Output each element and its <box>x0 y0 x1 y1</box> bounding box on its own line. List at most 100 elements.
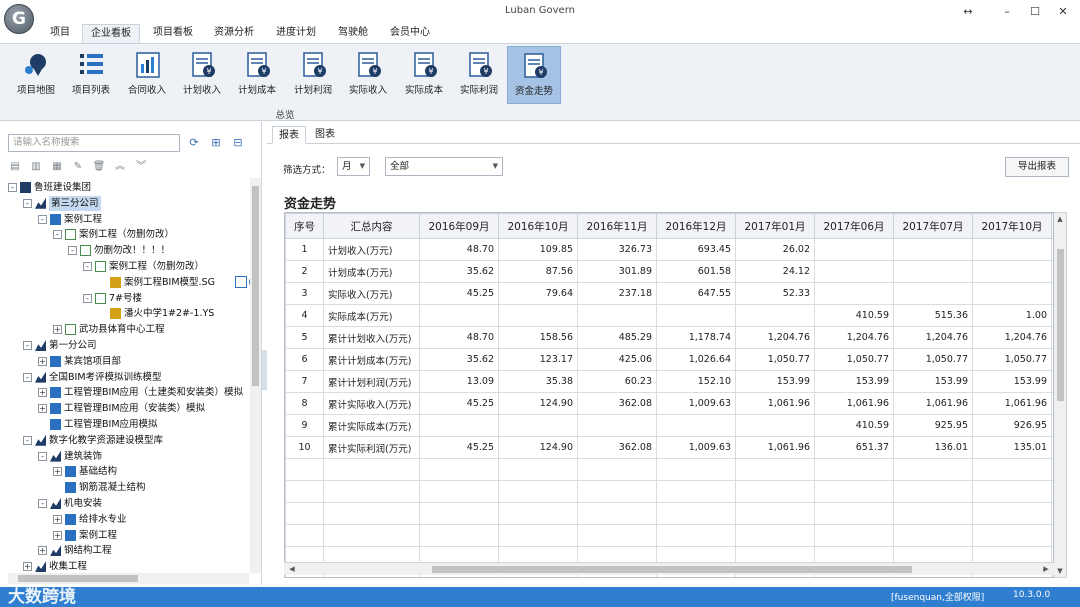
menu-tab[interactable]: 企业看板 <box>82 24 140 43</box>
table-row[interactable]: 10 累计实际利润(万元) 45.25 124.90 362.08 1,009.63 1,0… <box>285 436 1053 459</box>
column-header[interactable]: 序号 <box>285 213 324 239</box>
expand-toggle-icon[interactable]: + <box>53 530 62 540</box>
table-row[interactable]: 1 计划收入(万元) 48.70 109.85 326.73 693.45 26.02 <box>285 238 1053 261</box>
scope-select[interactable]: 全部 ▼ <box>385 157 503 176</box>
collapse-toggle-icon[interactable]: - <box>23 341 32 350</box>
ribbon-button[interactable]: ¥ 计划利润 <box>286 46 340 104</box>
column-header[interactable]: 2017年10月 <box>972 213 1052 239</box>
expand-toggle-icon[interactable]: + <box>23 562 32 572</box>
collapse-toggle-icon[interactable]: - <box>23 372 32 382</box>
column-header[interactable]: 2016年09月 <box>419 213 499 239</box>
export-report-button[interactable]: 导出报表 <box>1005 157 1069 177</box>
collapse-toggle-icon[interactable]: - <box>23 198 32 208</box>
cell-value: 425.06 <box>577 348 657 371</box>
grid-vertical-scrollbar[interactable]: ▲ ▼ <box>1054 212 1067 578</box>
collapse-toggle-icon[interactable]: - <box>38 499 47 508</box>
table-row[interactable]: 3 实际收入(万元) 45.25 79.64 237.18 647.55 52.33 <box>285 282 1053 305</box>
collapse-toggle-icon[interactable]: - <box>53 230 62 240</box>
expand-toggle-icon[interactable]: + <box>38 388 47 398</box>
column-header[interactable]: 汇总内容 <box>323 213 420 239</box>
maximize-button[interactable]: ☐ <box>1024 3 1046 20</box>
ribbon-button[interactable]: 合同收入 <box>120 46 174 104</box>
cell-value: 651.37 <box>814 436 894 459</box>
row-label: 实际成本(万元) <box>323 304 420 327</box>
collapse-toggle-icon[interactable]: - <box>38 451 47 461</box>
scroll-down-icon[interactable]: ▼ <box>1054 565 1066 577</box>
tab-report[interactable]: 报表 <box>272 126 306 144</box>
minimize-button[interactable]: – <box>996 3 1018 20</box>
table-row[interactable]: 6 累计计划成本(万元) 35.62 123.17 425.06 1,026.64 1,05… <box>285 348 1053 371</box>
scroll-thumb[interactable] <box>252 186 259 386</box>
ribbon-button[interactable]: ¥ 实际成本 <box>397 46 451 104</box>
tab-chart[interactable]: 图表 <box>309 126 341 144</box>
ribbon-button[interactable]: ¥ 资金走势 <box>507 46 561 104</box>
scroll-thumb[interactable] <box>18 575 138 582</box>
scroll-thumb[interactable] <box>432 566 912 573</box>
model-file-icon[interactable] <box>235 275 247 288</box>
table-row[interactable]: 8 累计实际收入(万元) 45.25 124.90 362.08 1,009.63 1,06… <box>285 392 1053 415</box>
cell-empty <box>814 480 894 503</box>
move-up-icon[interactable]: ︽ <box>113 160 127 174</box>
table-row[interactable]: 4 实际成本(万元) 410.59 515.36 1.00 <box>285 304 1053 327</box>
expand-toggle-icon[interactable]: + <box>53 325 62 335</box>
menu-tab[interactable]: 进度计划 <box>268 24 324 43</box>
ribbon-button[interactable]: ¥ 计划收入 <box>175 46 229 104</box>
tree-vertical-scrollbar[interactable] <box>250 178 261 573</box>
table-row[interactable]: 5 累计计划收入(万元) 48.70 158.56 485.29 1,178.74 1,20… <box>285 326 1053 349</box>
tree-horizontal-scrollbar[interactable] <box>8 573 249 584</box>
menu-tab[interactable]: 资源分析 <box>206 24 262 43</box>
cell-value: 48.70 <box>419 326 499 349</box>
expand-toggle-icon[interactable]: + <box>38 404 47 414</box>
collapse-toggle-icon[interactable]: - <box>83 262 92 271</box>
collapse-toggle-icon[interactable]: - <box>23 435 32 445</box>
restore-icon[interactable]: ↔ <box>957 3 979 20</box>
window-title: Luban Govern <box>505 5 575 16</box>
cell-value: 45.25 <box>419 436 499 459</box>
menu-tab[interactable]: 会员中心 <box>381 24 439 43</box>
edit-icon[interactable]: ✎ <box>71 160 85 174</box>
search-input[interactable]: 请输入名称搜索 <box>8 134 180 152</box>
scroll-up-icon[interactable]: ▲ <box>1054 213 1066 225</box>
collapse-toggle-icon[interactable]: - <box>38 214 47 224</box>
expand-toggle-icon[interactable]: + <box>53 467 62 477</box>
table-row[interactable]: 7 累计计划利润(万元) 13.09 35.38 60.23 152.10 153.99 15… <box>285 370 1053 393</box>
scroll-left-icon[interactable]: ◀ <box>286 563 298 575</box>
column-header[interactable]: 2016年11月 <box>577 213 657 239</box>
grid-horizontal-scrollbar[interactable]: ◀ ▶ <box>284 562 1054 575</box>
ribbon-button[interactable]: 项目地图 <box>9 46 63 104</box>
column-header[interactable]: 2017年06月 <box>814 213 894 239</box>
table-row[interactable]: 9 累计实际成本(万元) 410.59 925.95 926.95 <box>285 414 1053 437</box>
table-row[interactable]: 2 计划成本(万元) 35.62 87.56 301.89 601.58 24.12 <box>285 260 1053 283</box>
menu-tab[interactable]: 项目看板 <box>145 24 201 43</box>
collapse-toggle-icon[interactable]: - <box>83 293 92 303</box>
scroll-right-icon[interactable]: ▶ <box>1040 563 1052 575</box>
add-child-icon[interactable]: ▥ <box>29 160 43 174</box>
menu-tab[interactable]: 驾驶舱 <box>330 24 376 43</box>
scroll-thumb[interactable] <box>1057 249 1064 401</box>
refresh-icon[interactable]: ⟳ <box>187 136 201 150</box>
menu-tab[interactable]: 项目 <box>48 24 72 43</box>
collapse-toggle-icon[interactable]: - <box>68 246 77 256</box>
expand-toggle-icon[interactable]: + <box>38 546 47 556</box>
column-header[interactable]: 2016年10月 <box>498 213 578 239</box>
copy-icon[interactable]: ▦ <box>50 160 64 174</box>
ribbon-button[interactable]: 项目列表 <box>64 46 118 104</box>
period-select[interactable]: 月 ▼ <box>337 157 370 176</box>
app-logo[interactable]: G <box>4 4 34 34</box>
move-down-icon[interactable]: ︾ <box>134 160 148 174</box>
expand-all-icon[interactable]: ⊞ <box>209 136 223 150</box>
delete-icon[interactable]: 🗑 <box>92 160 106 174</box>
cell-value: 87.56 <box>498 260 578 283</box>
expand-toggle-icon[interactable]: + <box>53 514 62 524</box>
column-header[interactable]: 2017年01月 <box>735 213 815 239</box>
column-header[interactable]: 2017年07月 <box>893 213 973 239</box>
column-header[interactable]: 2016年12月 <box>656 213 736 239</box>
collapse-all-icon[interactable]: ⊟ <box>231 136 245 150</box>
close-button[interactable]: ✕ <box>1052 3 1074 20</box>
ribbon-button[interactable]: ¥ 实际收入 <box>341 46 395 104</box>
ribbon-button[interactable]: ¥ 计划成本 <box>230 46 284 104</box>
add-node-icon[interactable]: ▤ <box>8 160 22 174</box>
collapse-toggle-icon[interactable]: - <box>8 183 17 192</box>
ribbon-button[interactable]: ¥ 实际利润 <box>452 46 506 104</box>
expand-toggle-icon[interactable]: + <box>38 356 47 366</box>
